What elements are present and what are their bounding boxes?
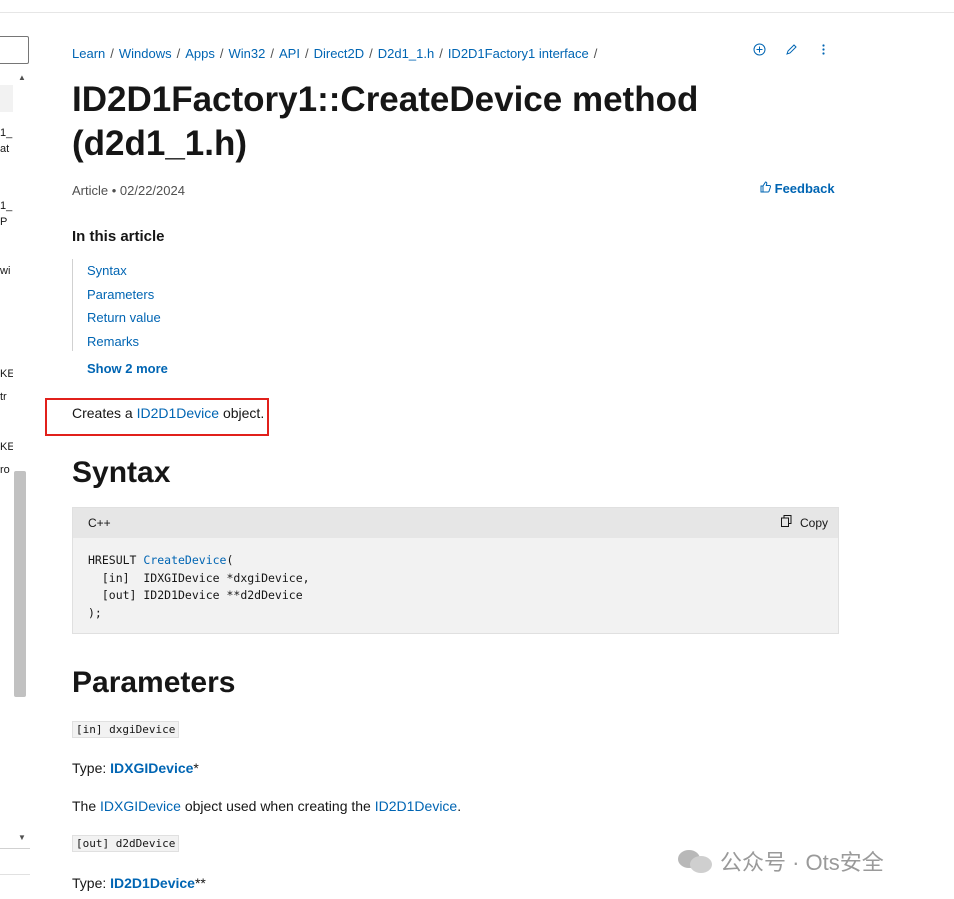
toc-item-fragment[interactable]: wi bbox=[0, 264, 10, 278]
breadcrumb-api[interactable]: API bbox=[279, 46, 300, 61]
breadcrumb-windows[interactable]: Windows bbox=[119, 46, 172, 61]
scroll-up-icon[interactable]: ▲ bbox=[17, 73, 27, 82]
param-name-dxgidevice: [in] dxgiDevice bbox=[72, 721, 180, 738]
scrollbar-thumb[interactable] bbox=[14, 471, 26, 697]
description-text: object used when creating the bbox=[180, 798, 375, 814]
toc-divider bbox=[0, 874, 30, 875]
breadcrumb-separator: / bbox=[439, 46, 443, 61]
toc-item-fragment[interactable]: tr bbox=[0, 390, 7, 404]
code-block: C++ Copy HRESULT CreateDevice( [in] IDXG… bbox=[72, 507, 839, 634]
top-divider bbox=[0, 12, 954, 13]
idxgidevice-link[interactable]: IDXGIDevice bbox=[100, 798, 181, 814]
description-text: . bbox=[457, 798, 462, 814]
watermark: 公众号 · Ots安全 bbox=[678, 845, 884, 877]
breadcrumb-separator: / bbox=[270, 46, 274, 61]
type-label: Type: bbox=[72, 875, 111, 891]
type-suffix: ** bbox=[194, 875, 206, 891]
breadcrumb-direct2d[interactable]: Direct2D bbox=[314, 46, 365, 61]
type-label: Type: bbox=[72, 760, 111, 776]
toc-link-syntax[interactable]: Syntax bbox=[87, 259, 161, 283]
param-type-line: Type: ID2D1Device** bbox=[72, 875, 206, 891]
copy-button[interactable]: Copy bbox=[780, 515, 828, 530]
wechat-icon bbox=[678, 848, 712, 874]
in-this-article-list: Syntax Parameters Return value Remarks bbox=[72, 259, 161, 351]
toc-item-fragment[interactable]: at bbox=[0, 142, 9, 156]
copy-icon bbox=[780, 515, 795, 530]
code-content: HRESULT CreateDevice( [in] IDXGIDevice *… bbox=[88, 552, 310, 622]
toc-divider bbox=[0, 848, 30, 849]
breadcrumb-factory1-interface[interactable]: ID2D1Factory1 interface bbox=[448, 46, 589, 61]
code-line: [out] ID2D1Device **d2dDevice bbox=[88, 588, 303, 602]
id2d1device-type-link[interactable]: ID2D1Device bbox=[110, 875, 195, 891]
param-type-line: Type: IDXGIDevice* bbox=[72, 760, 199, 776]
breadcrumb-separator: / bbox=[176, 46, 181, 61]
breadcrumb-win32[interactable]: Win32 bbox=[229, 46, 266, 61]
watermark-text: 公众号 · Ots安全 bbox=[720, 850, 884, 875]
copy-label: Copy bbox=[799, 516, 828, 530]
feedback-button[interactable]: Feedback bbox=[760, 181, 835, 196]
thumbs-up-icon bbox=[760, 181, 775, 196]
toc-item-fragment[interactable]: ro bbox=[0, 463, 10, 477]
toc-link-parameters[interactable]: Parameters bbox=[87, 283, 161, 307]
param-name-d2ddevice: [out] d2dDevice bbox=[72, 835, 180, 852]
breadcrumb-separator: / bbox=[304, 46, 309, 61]
type-suffix: * bbox=[193, 760, 199, 776]
toc-filter-input[interactable] bbox=[0, 36, 29, 64]
toc-link-return-value[interactable]: Return value bbox=[87, 306, 161, 330]
page-actions bbox=[750, 43, 832, 61]
page-title: ID2D1Factory1::CreateDevice method (d2d1… bbox=[72, 80, 699, 163]
toc-item-fragment[interactable]: KE bbox=[0, 440, 13, 454]
breadcrumb-learn[interactable]: Learn bbox=[72, 46, 105, 61]
add-collection-icon[interactable] bbox=[750, 43, 768, 61]
toc-selected-item[interactable] bbox=[0, 85, 13, 112]
highlight-box bbox=[45, 398, 269, 436]
breadcrumb-separator: / bbox=[593, 46, 598, 61]
article-meta: Article • 02/22/2024 bbox=[72, 183, 185, 198]
breadcrumb-separator: / bbox=[369, 46, 373, 61]
toc-item-fragment[interactable]: P bbox=[0, 215, 7, 229]
edit-pencil-icon[interactable] bbox=[782, 43, 800, 61]
code-header: C++ Copy bbox=[73, 508, 838, 538]
in-this-article-heading: In this article bbox=[72, 228, 165, 245]
more-options-icon[interactable] bbox=[814, 43, 832, 61]
scroll-down-icon[interactable]: ▼ bbox=[17, 833, 27, 842]
code-line: ); bbox=[88, 605, 102, 620]
toc-item-fragment[interactable]: KE bbox=[0, 367, 13, 381]
syntax-heading: Syntax bbox=[72, 456, 171, 489]
param-description: The IDXGIDevice object used when creatin… bbox=[72, 798, 461, 814]
description-text: The bbox=[72, 798, 101, 814]
code-function-name: CreateDevice bbox=[143, 553, 227, 567]
parameters-heading: Parameters bbox=[72, 666, 236, 699]
toc-scrollbar[interactable]: ▲ ▼ bbox=[13, 73, 29, 848]
show-more-button[interactable]: Show 2 more bbox=[87, 361, 168, 376]
toc-link-remarks[interactable]: Remarks bbox=[87, 330, 161, 354]
toc-pane: 1_ at 1_ P wi KE tr KE ro ▲ ▼ bbox=[0, 13, 30, 899]
idxgidevice-type-link[interactable]: IDXGIDevice bbox=[110, 760, 193, 776]
breadcrumb-separator: / bbox=[219, 46, 224, 61]
id2d1device-link[interactable]: ID2D1Device bbox=[375, 798, 457, 814]
code-line: [in] IDXGIDevice *dxgiDevice, bbox=[88, 570, 310, 585]
breadcrumb-d2d1-1-h[interactable]: D2d1_1.h bbox=[378, 46, 434, 61]
feedback-label: Feedback bbox=[774, 181, 835, 196]
breadcrumb-separator: / bbox=[110, 46, 114, 61]
code-line: HRESULT bbox=[88, 553, 144, 567]
breadcrumb: Learn / Windows / Apps / Win32 / API / Direct2D / D2… bbox=[72, 45, 602, 63]
code-line: ( bbox=[226, 553, 234, 567]
toc-item-fragment[interactable]: 1_ bbox=[0, 199, 12, 213]
breadcrumb-apps[interactable]: Apps bbox=[185, 46, 215, 61]
toc-item-fragment[interactable]: 1_ bbox=[0, 126, 12, 140]
code-language: C++ bbox=[88, 516, 111, 530]
toc-list: 1_ at 1_ P wi KE tr KE ro bbox=[0, 85, 13, 845]
